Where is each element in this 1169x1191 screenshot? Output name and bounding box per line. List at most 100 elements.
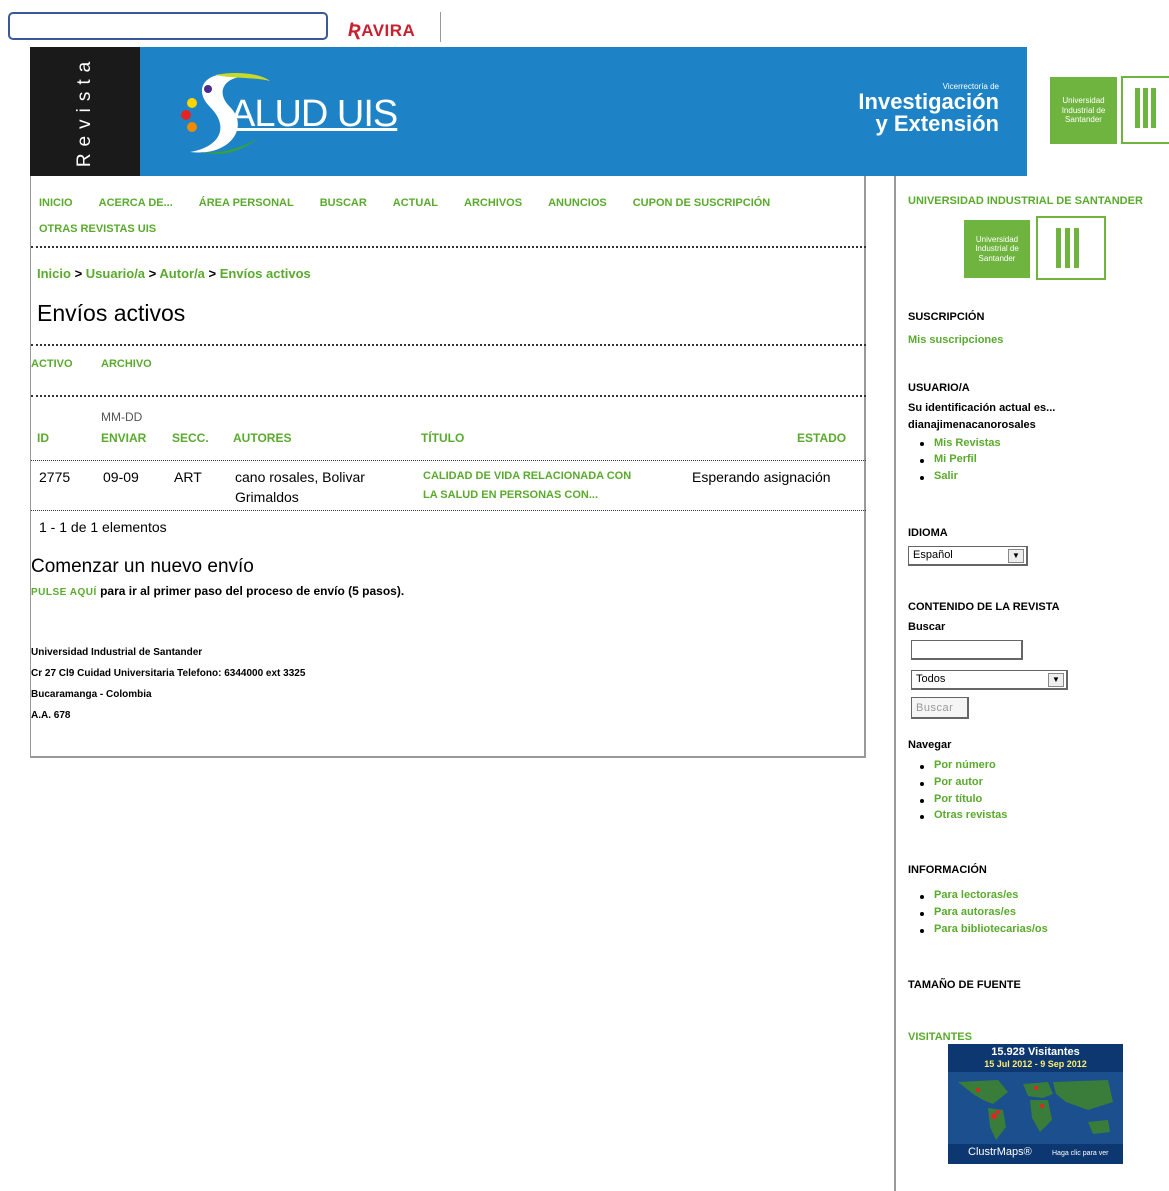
sidebar-heading-visitantes: VISITANTES — [908, 1031, 972, 1043]
footer-line: Cr 27 Cl9 Cuidad Universitaria Telefono:… — [31, 668, 306, 679]
salud-uis-logo-text[interactable]: ALUD UIS — [230, 93, 398, 136]
breadcrumb-sep: > — [74, 266, 83, 281]
column-header-enviar[interactable]: ENVIAR — [101, 431, 146, 445]
bullet — [920, 782, 924, 786]
language-select[interactable]: Español ▼ — [908, 546, 1028, 566]
breadcrumb-sep: > — [208, 266, 217, 281]
sidebar-link-mis-revistas[interactable]: Mis Revistas — [934, 437, 1001, 449]
revista-strip: Revista — [30, 47, 140, 176]
footer-line: Bucaramanga - Colombia — [31, 689, 152, 700]
cell-titulo-line2[interactable]: LA SALUD EN PERSONAS CON... — [423, 489, 598, 501]
uis-logo-line: Industrial de — [975, 244, 1019, 254]
avira-logo-text: AVIRA — [361, 21, 416, 40]
vie-logo: Vicerrectoría de Investigación y Extensi… — [858, 83, 999, 135]
sidebar-link-salir[interactable]: Salir — [934, 470, 958, 482]
nav-otras-revistas[interactable]: OTRAS REVISTAS UIS — [39, 216, 156, 242]
clustrmaps-click-label: Haga clic para ver — [1052, 1150, 1109, 1157]
new-submission-desc: para ir al primer paso del proceso de en… — [96, 584, 405, 598]
sidebar-heading-fuente: TAMAÑO DE FUENTE — [908, 979, 1021, 991]
footer: Universidad Industrial de Santander Cr 2… — [31, 642, 305, 726]
cell-estado: Esperando asignación — [692, 469, 831, 485]
toolbar-search-input[interactable] — [8, 12, 328, 40]
bullet — [920, 912, 924, 916]
sidebar-link-lectoras[interactable]: Para lectoras/es — [934, 889, 1018, 901]
bullet — [920, 895, 924, 899]
column-header-id[interactable]: ID — [37, 431, 49, 445]
sidebar-link-bibliotecarias[interactable]: Para bibliotecarias/os — [934, 923, 1048, 935]
divider — [31, 460, 866, 461]
new-submission-title: Comenzar un nuevo envío — [31, 556, 254, 577]
clustrmaps-widget[interactable]: 15.928 Visitantes 15 Jul 2012 - 9 Sep 20… — [948, 1044, 1123, 1164]
nav-area-personal[interactable]: ÁREA PERSONAL — [199, 190, 294, 216]
footer-line: Universidad Industrial de Santander — [31, 647, 203, 658]
nav-acerca[interactable]: ACERCA DE... — [99, 190, 173, 216]
chevron-down-icon: ▼ — [1008, 549, 1024, 563]
nav-inicio[interactable]: INICIO — [39, 190, 73, 216]
uis-logo-line: Universidad — [1062, 96, 1105, 106]
search-label: Buscar — [908, 621, 946, 633]
nav-actual[interactable]: ACTUAL — [393, 190, 438, 216]
bullet — [920, 799, 924, 803]
sidebar-uis-title[interactable]: UNIVERSIDAD INDUSTRIAL DE SANTANDER — [908, 195, 1143, 207]
sidebar-link-por-autor[interactable]: Por autor — [934, 776, 983, 788]
cell-id: 2775 — [39, 469, 71, 485]
clustrmaps-dates: 15 Jul 2012 - 9 Sep 2012 — [984, 1059, 1087, 1069]
breadcrumb: Inicio > Usuario/a > Autor/a > Envíos ac… — [37, 266, 311, 281]
search-scope-select[interactable]: Todos ▼ — [911, 670, 1068, 690]
cell-titulo-line1[interactable]: CALIDAD DE VIDA RELACIONADA CON — [423, 470, 631, 482]
breadcrumb-autor[interactable]: Autor/a — [159, 266, 205, 281]
divider — [31, 344, 866, 346]
divider — [31, 510, 866, 511]
clustrmaps-brand: ClustrMaps® — [968, 1146, 1032, 1158]
cell-autores-line2: Grimaldos — [235, 489, 299, 505]
journal-header: Revista ALUD UIS Vicerrectoría de Invest… — [30, 47, 1027, 176]
footer-line: A.A. 678 — [31, 710, 71, 721]
cell-autores-line1: cano rosales, Bolivar — [235, 469, 365, 485]
uis-logo-line: Santander — [978, 253, 1016, 263]
sidebar-link-por-numero[interactable]: Por número — [934, 759, 996, 771]
world-map-icon — [948, 1072, 1123, 1144]
avira-logo-initial: Ʀ — [348, 20, 362, 41]
bullet — [920, 459, 924, 463]
sidebar-link-por-titulo[interactable]: Por título — [934, 793, 982, 805]
uis-logo-sidebar[interactable]: Universidad Industrial de Santander — [964, 220, 1030, 278]
sidebar-link-otras-revistas[interactable]: Otras revistas — [934, 809, 1007, 821]
uis-logo-line: Industrial de — [1061, 105, 1106, 115]
nav-archivos[interactable]: ARCHIVOS — [464, 190, 522, 216]
clustrmaps-count: 15.928 Visitantes — [991, 1046, 1080, 1058]
main-nav: INICIO ACERCA DE... ÁREA PERSONAL BUSCAR ACT… — [39, 190, 861, 242]
bullet — [920, 442, 924, 446]
nav-buscar[interactable]: BUSCAR — [320, 190, 367, 216]
avira-logo[interactable]: ƦAVIRA — [348, 20, 415, 42]
breadcrumb-current[interactable]: Envíos activos — [220, 266, 311, 281]
bullet — [920, 476, 924, 480]
sidebar-heading-informacion: INFORMACIÓN — [908, 864, 987, 876]
breadcrumb-inicio[interactable]: Inicio — [37, 266, 71, 281]
bullet — [920, 765, 924, 769]
sidebar-link-mi-perfil[interactable]: Mi Perfil — [934, 453, 977, 465]
chevron-down-icon: ▼ — [1048, 673, 1064, 687]
column-header-secc[interactable]: SECC. — [172, 431, 209, 445]
tab-archivo[interactable]: ARCHIVO — [101, 358, 152, 370]
column-header-titulo[interactable]: TÍTULO — [421, 431, 464, 445]
new-submission-text: PULSE AQUÍ para ir al primer paso del pr… — [31, 584, 404, 598]
column-header-autores[interactable]: AUTORES — [233, 431, 291, 445]
cell-secc: ART — [174, 469, 202, 485]
sidebar-search-input[interactable] — [911, 640, 1023, 660]
search-scope-value: Todos — [916, 673, 946, 685]
page-title: Envíos activos — [37, 300, 186, 326]
sidebar-identificacion: Su identificación actual es... — [908, 402, 1056, 414]
sidebar-heading-usuario: USUARIO/A — [908, 382, 970, 394]
divider — [31, 395, 866, 397]
column-header-estado[interactable]: ESTADO — [797, 431, 846, 445]
tab-activo[interactable]: ACTIVO — [31, 358, 73, 370]
search-button[interactable]: Buscar — [911, 697, 969, 719]
uis-mark-sidebar — [1036, 216, 1106, 280]
sidebar-link-autoras[interactable]: Para autoras/es — [934, 906, 1016, 918]
language-select-value: Español — [913, 549, 953, 561]
breadcrumb-usuario[interactable]: Usuario/a — [86, 266, 145, 281]
new-submission-link[interactable]: PULSE AQUÍ — [31, 587, 97, 598]
sidebar-link-mis-suscripciones[interactable]: Mis suscripciones — [908, 334, 1003, 346]
nav-cupon[interactable]: CUPON DE SUSCRIPCIÓN — [633, 190, 771, 216]
nav-anuncios[interactable]: ANUNCIOS — [548, 190, 607, 216]
